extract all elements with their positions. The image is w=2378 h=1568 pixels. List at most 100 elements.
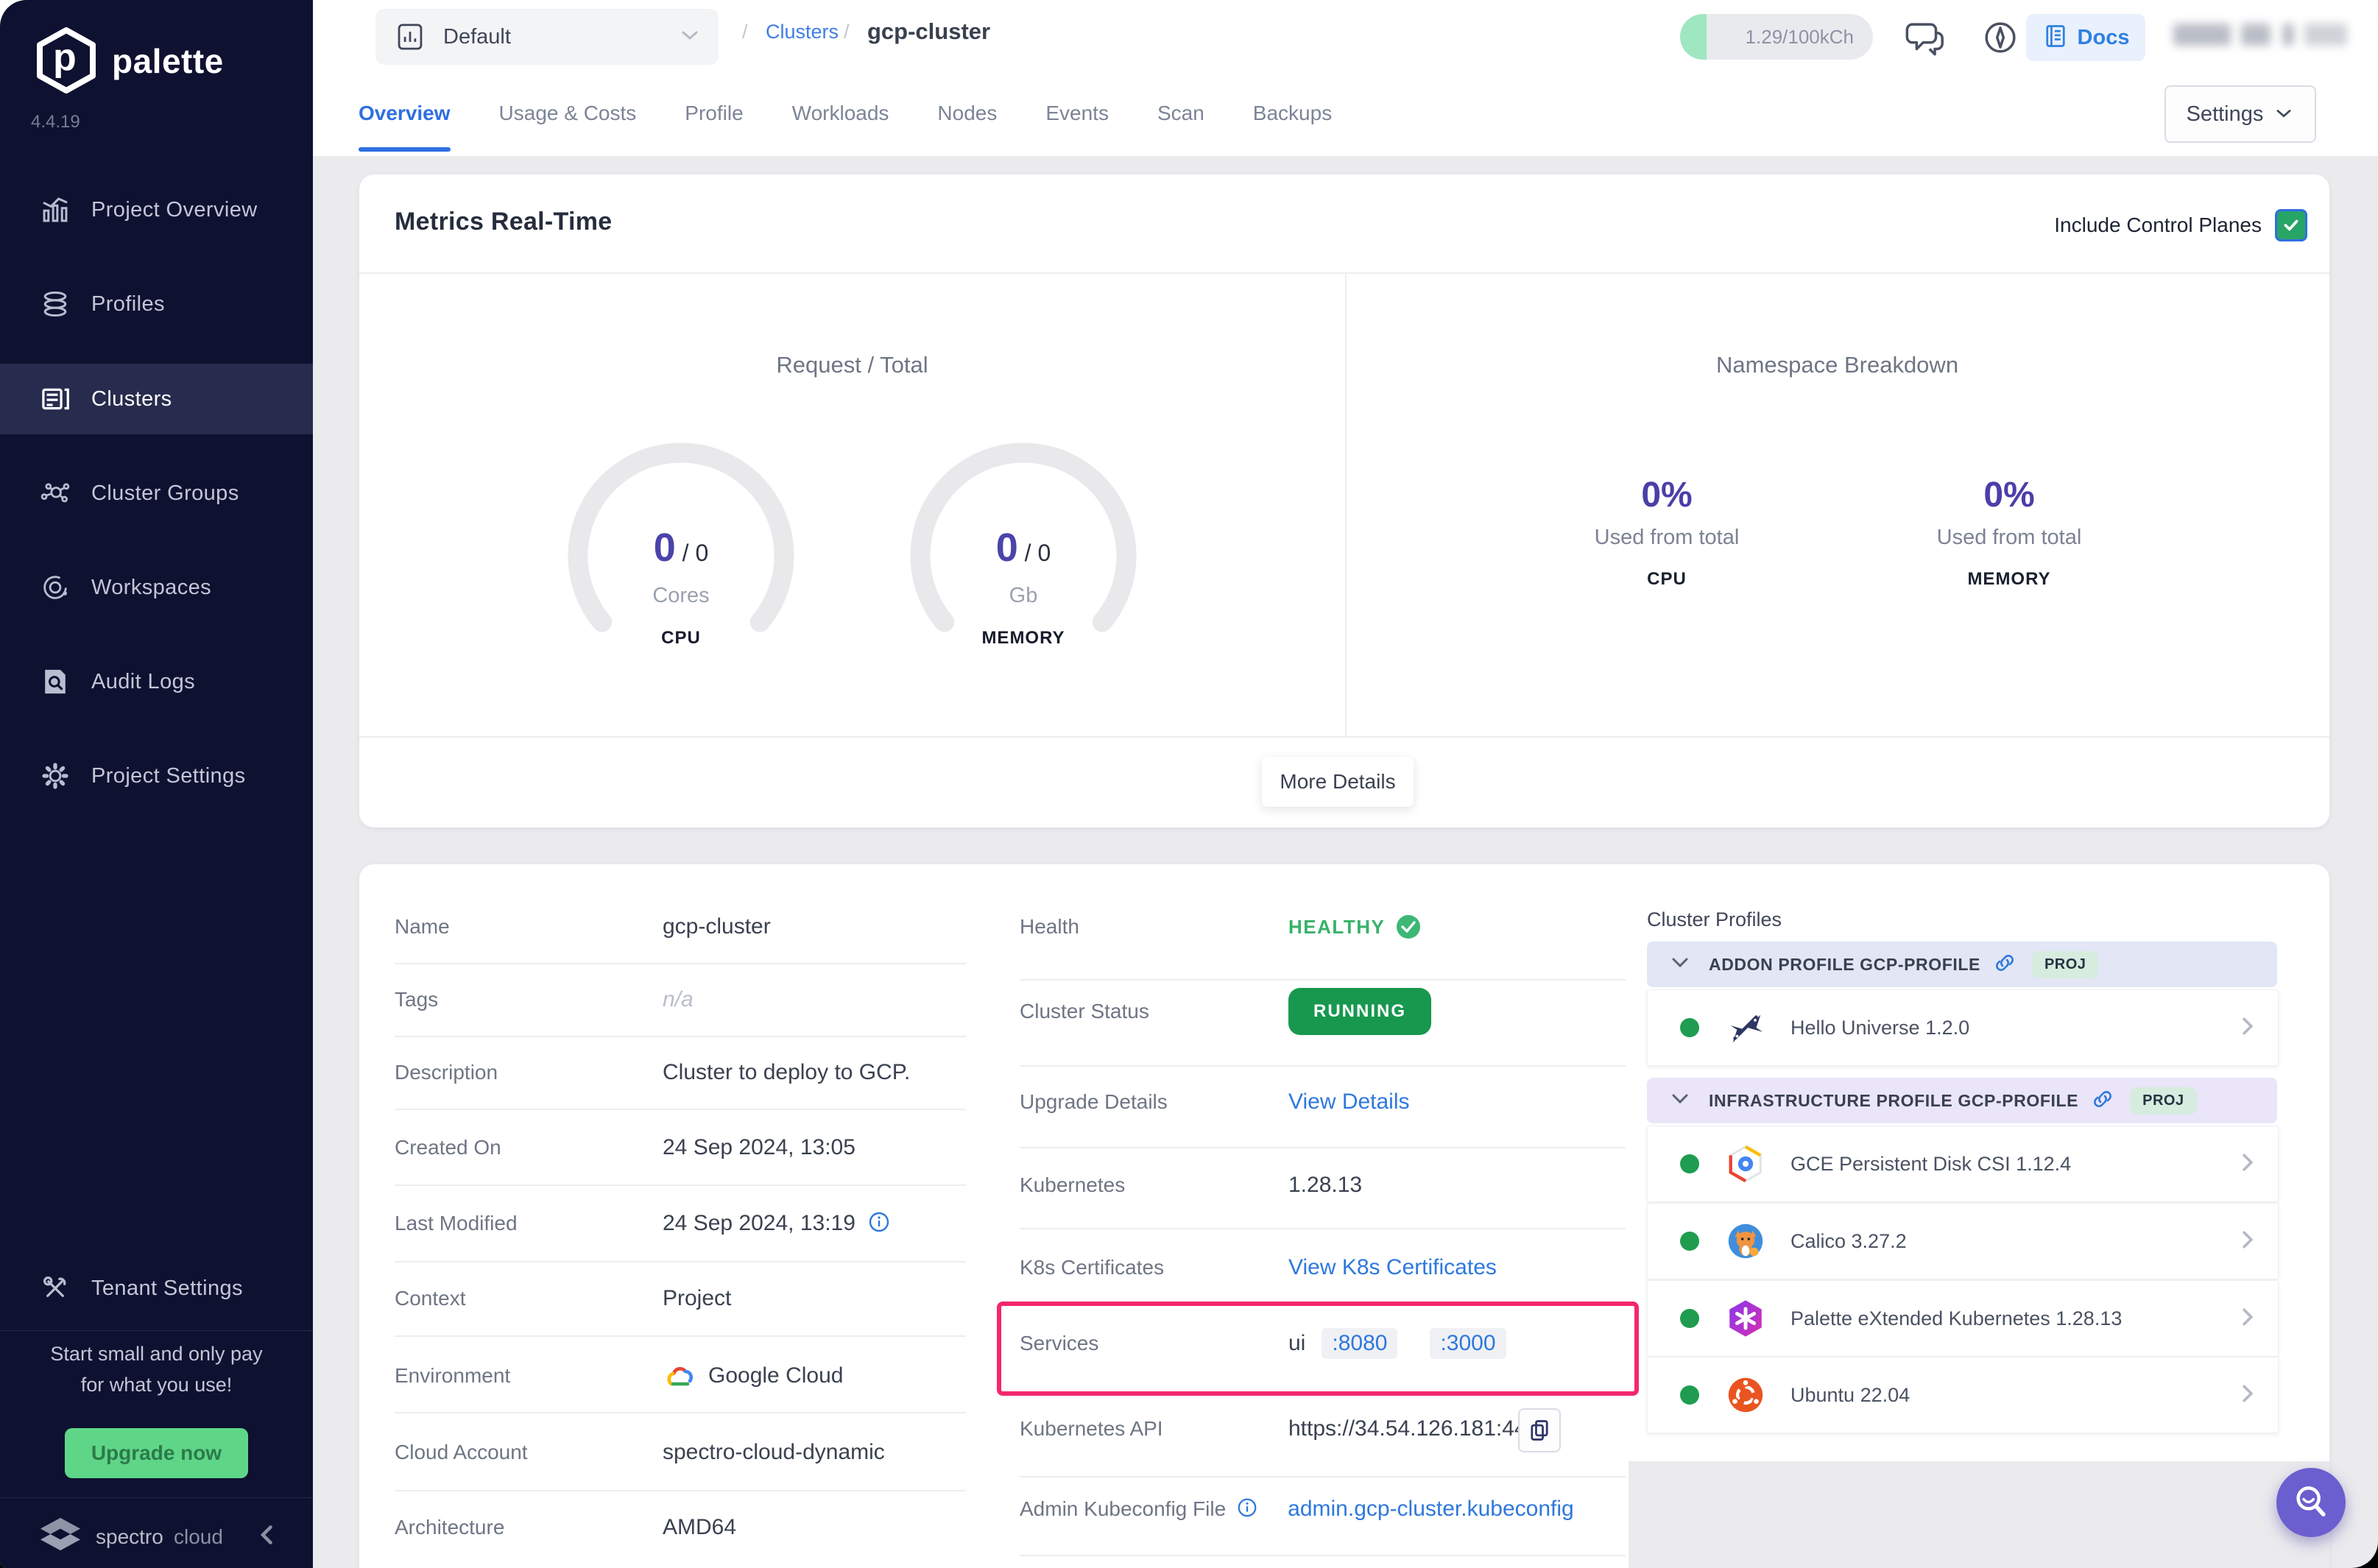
sidebar: p palette 4.4.19 Project Overview Profil… [0, 0, 313, 1568]
kubernetes-version-value: 1.28.13 [1288, 1173, 1363, 1197]
memory-total-value: 0 [1037, 540, 1051, 566]
view-k8s-certificates-link[interactable]: View K8s Certificates [1288, 1255, 1497, 1280]
gear-icon [38, 759, 72, 793]
tab-profile[interactable]: Profile [685, 72, 743, 155]
status-dot-green [1680, 1232, 1699, 1251]
tab-events[interactable]: Events [1045, 72, 1109, 155]
hello-universe-icon [1724, 1006, 1767, 1049]
cpu-gauge: 0 / 0 Cores CPU [563, 438, 799, 674]
metrics-footer-divider [359, 736, 2329, 738]
proj-badge: PROJ [2031, 950, 2099, 978]
detail-row-created-on: Created On 24 Sep 2024, 13:05 [395, 1135, 855, 1159]
sidebar-item-cluster-groups[interactable]: Cluster Groups [0, 458, 313, 529]
tab-backups[interactable]: Backups [1253, 72, 1332, 155]
chevron-down-icon [1669, 1092, 1691, 1110]
status-dot-green [1680, 1018, 1699, 1037]
footer-brand-primary: spectro [96, 1525, 163, 1548]
sidebar-item-audit-logs[interactable]: Audit Logs [0, 646, 313, 717]
breadcrumb-separator: / [742, 21, 748, 43]
docs-button-label: Docs [2077, 25, 2130, 49]
profile-item-calico[interactable]: Calico 3.27.2 [1647, 1203, 2279, 1279]
audit-log-icon [38, 665, 72, 699]
metrics-card-title: Metrics Real-Time [395, 208, 613, 236]
row-divider [395, 1261, 966, 1262]
project-selector-dropdown[interactable]: Default [375, 9, 719, 65]
addon-profile-group-header[interactable]: ADDON PROFILE GCP-PROFILE PROJ [1647, 942, 2277, 987]
footer-brand-secondary: cloud [174, 1525, 223, 1548]
infrastructure-profile-group-header[interactable]: INFRASTRUCTURE PROFILE GCP-PROFILE PROJ [1647, 1078, 2277, 1123]
tab-usage-costs[interactable]: Usage & Costs [499, 72, 637, 155]
profile-item-gce-persistent-disk[interactable]: GCE Persistent Disk CSI 1.12.4 [1647, 1126, 2279, 1202]
row-divider [395, 1184, 966, 1186]
cluster-tabs: Overview Usage & Costs Profile Workloads… [359, 72, 1332, 155]
sidebar-item-tenant-settings[interactable]: Tenant Settings [0, 1253, 313, 1324]
view-details-link[interactable]: View Details [1288, 1090, 1410, 1115]
status-row-kubernetes: Kubernetes 1.28.13 [1020, 1173, 1363, 1197]
namespace-cpu-label: CPU [1647, 569, 1687, 589]
breadcrumb-clusters-link[interactable]: Clusters [766, 21, 839, 43]
sidebar-item-workspaces[interactable]: Workspaces [0, 552, 313, 623]
palette-app-window: p palette 4.4.19 Project Overview Profil… [0, 0, 2378, 1568]
kubeconfig-download-link[interactable]: admin.gcp-cluster.kubeconfig [1288, 1497, 1574, 1522]
row-divider [1020, 1476, 1626, 1477]
promo-text-line1: Start small and only pay [50, 1343, 263, 1365]
tab-nodes[interactable]: Nodes [937, 72, 997, 155]
palette-logo-icon: p [31, 25, 102, 96]
chevron-down-icon [679, 28, 701, 46]
include-control-planes-checkbox[interactable] [2275, 209, 2307, 241]
row-divider [1020, 1147, 1626, 1148]
chevron-right-icon [2238, 1381, 2257, 1410]
created-on-value: 24 Sep 2024, 13:05 [663, 1135, 855, 1159]
promo-text-line2: for what you use! [80, 1374, 233, 1396]
breadcrumb-separator: / [844, 21, 850, 43]
sidebar-item-clusters[interactable]: Clusters [0, 364, 313, 434]
service-port-3000-link[interactable]: :3000 [1430, 1328, 1506, 1359]
copy-icon[interactable] [1518, 1408, 1561, 1452]
tab-scan[interactable]: Scan [1157, 72, 1204, 155]
detail-row-last-modified: Last Modified 24 Sep 2024, 13:19 [395, 1207, 891, 1240]
tab-overview[interactable]: Overview [359, 72, 451, 155]
collapse-sidebar-chevron-left-icon[interactable] [254, 1519, 281, 1554]
compass-icon[interactable] [1979, 16, 2022, 63]
sidebar-item-project-overview[interactable]: Project Overview [0, 174, 313, 245]
info-icon[interactable] [1236, 1497, 1258, 1522]
ubuntu-icon [1724, 1374, 1767, 1416]
status-row-health: Health HEALTHY [1020, 911, 1422, 943]
docs-button[interactable]: Docs [2026, 14, 2145, 61]
sidebar-item-profiles[interactable]: Profiles [0, 269, 313, 339]
sidebar-item-project-settings[interactable]: Project Settings [0, 741, 313, 811]
search-fab-button[interactable] [2276, 1468, 2346, 1537]
cpu-metric-label: CPU [661, 628, 701, 648]
brand-wordmark: palette [112, 42, 224, 80]
profile-item-ubuntu[interactable]: Ubuntu 22.04 [1647, 1357, 2279, 1433]
more-details-button[interactable]: More Details [1262, 757, 1414, 807]
infrastructure-profile-label: INFRASTRUCTURE PROFILE GCP-PROFILE [1709, 1090, 2079, 1110]
user-name-redacted[interactable] [2173, 24, 2231, 46]
upgrade-now-button[interactable]: Upgrade now [65, 1428, 248, 1478]
profile-item-palette-extended-kubernetes[interactable]: Palette eXtended Kubernetes 1.28.13 [1647, 1280, 2279, 1357]
spectro-cloud-logo-icon [32, 1511, 88, 1558]
cloud-account-value: spectro-cloud-dynamic [663, 1440, 885, 1464]
palette-logo-letter: p [53, 36, 77, 79]
gce-icon [1724, 1143, 1767, 1185]
addon-profile-label: ADDON PROFILE GCP-PROFILE [1709, 954, 1980, 974]
settings-button[interactable]: Settings [2164, 85, 2316, 143]
project-selector-value: Default [443, 24, 511, 49]
profile-item-hello-universe[interactable]: Hello Universe 1.2.0 [1647, 989, 2279, 1066]
last-modified-value: 24 Sep 2024, 13:19 [663, 1211, 855, 1235]
calico-icon [1724, 1220, 1767, 1262]
service-port-8080-link[interactable]: :8080 [1322, 1328, 1398, 1359]
row-divider [1020, 1065, 1626, 1067]
kubernetes-api-value: https://34.54.126.181:443 [1288, 1416, 1539, 1441]
tags-value: n/a [663, 987, 694, 1011]
chat-icon[interactable] [1904, 18, 1947, 63]
row-divider [395, 963, 966, 964]
row-divider [1020, 1555, 1626, 1556]
cpu-unit-label: Cores [652, 584, 710, 607]
tab-workloads[interactable]: Workloads [792, 72, 889, 155]
cluster-profiles-title: Cluster Profiles [1647, 908, 1782, 930]
magnifier-smile-icon [2296, 1486, 2326, 1517]
sidebar-footer-divider [0, 1497, 313, 1498]
link-icon [2092, 1088, 2114, 1114]
info-icon[interactable] [867, 1210, 891, 1237]
